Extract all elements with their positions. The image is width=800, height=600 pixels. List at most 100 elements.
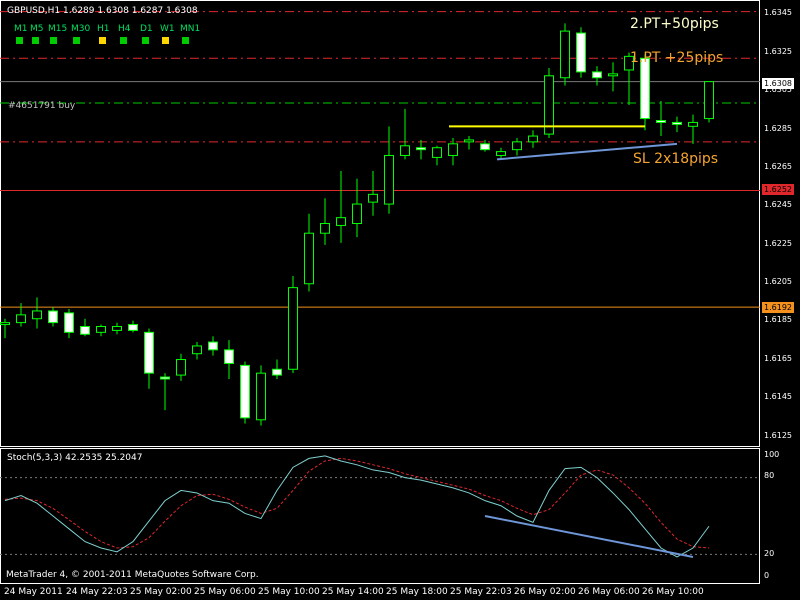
time-tick: 24 May 22:03 bbox=[66, 587, 128, 597]
candle-bear bbox=[224, 349, 234, 364]
timeframe-m1-button[interactable]: M1 bbox=[14, 24, 28, 34]
price-tick: 1.6185 bbox=[764, 315, 792, 324]
candle-bear bbox=[576, 32, 586, 73]
candle-bull bbox=[368, 193, 378, 203]
candle-bear bbox=[48, 310, 58, 324]
candle-bear bbox=[64, 312, 74, 333]
current-price-box: 1.6308 bbox=[762, 78, 794, 89]
candle-bear bbox=[656, 119, 666, 123]
timeframe-m15-button[interactable]: M15 bbox=[48, 24, 67, 34]
price-tick: 1.6145 bbox=[764, 392, 792, 401]
timeframe-h4-button[interactable]: H4 bbox=[118, 24, 131, 34]
stoch-frame bbox=[0, 448, 760, 584]
stoch-main-line bbox=[4, 455, 710, 558]
candle-bull bbox=[192, 345, 202, 355]
candle-bull bbox=[304, 232, 314, 285]
candle-bull bbox=[608, 73, 618, 77]
candle-bear bbox=[240, 364, 250, 419]
candle-bear bbox=[672, 121, 682, 125]
candle-bull bbox=[432, 147, 442, 158]
timeframe-h1-button[interactable]: H1 bbox=[97, 24, 110, 34]
pt1-annotation: 1.PT +25pips bbox=[630, 50, 724, 66]
candle-bull bbox=[400, 145, 410, 156]
time-tick: 26 May 02:00 bbox=[514, 587, 576, 597]
metatrader-window: GBPUSD,H1 1.6289 1.6308 1.6287 1.6308 M1… bbox=[0, 0, 800, 600]
timeframe-h4-indicator[interactable] bbox=[120, 37, 127, 44]
candle-bull bbox=[384, 154, 394, 205]
candle-bear bbox=[480, 143, 490, 151]
timeframe-mn1-indicator[interactable] bbox=[182, 37, 189, 44]
timeframe-w1-button[interactable]: W1 bbox=[160, 24, 175, 34]
candle-bull bbox=[352, 203, 362, 224]
timeframe-w1-indicator[interactable] bbox=[162, 37, 169, 44]
price-tick: 1.6125 bbox=[764, 431, 792, 440]
candle-bear bbox=[416, 147, 426, 151]
candle-bull bbox=[336, 217, 346, 226]
candle-bull bbox=[464, 139, 474, 143]
stoch-level-0: 0 bbox=[764, 571, 770, 580]
stoch-level-80: 80 bbox=[764, 471, 775, 480]
time-tick: 25 May 10:00 bbox=[258, 587, 320, 597]
candle-bull bbox=[32, 310, 42, 320]
price-tick: 1.6165 bbox=[764, 354, 792, 363]
time-tick: 25 May 06:00 bbox=[194, 587, 256, 597]
candle-bull bbox=[16, 314, 26, 324]
copyright-text: MetaTrader 4, © 2001-2011 MetaQuotes Sof… bbox=[6, 570, 259, 580]
stoch-signal-line bbox=[4, 457, 710, 549]
timeframe-m5-button[interactable]: M5 bbox=[30, 24, 44, 34]
timeframe-m15-indicator[interactable] bbox=[50, 37, 57, 44]
stochastic-label: Stoch(5,3,3) 42.2535 25.2047 bbox=[7, 453, 143, 463]
candle-bull bbox=[528, 135, 538, 143]
candle-bull bbox=[288, 287, 298, 370]
candle-bull bbox=[512, 141, 522, 151]
candle-bull bbox=[496, 151, 506, 156]
timeframe-m30-indicator[interactable] bbox=[73, 37, 80, 44]
pt2-annotation: 2.PT+50pips bbox=[630, 16, 719, 32]
time-tick: 25 May 14:00 bbox=[322, 587, 384, 597]
timeframe-m5-indicator[interactable] bbox=[32, 37, 39, 44]
time-tick: 26 May 06:00 bbox=[578, 587, 640, 597]
timeframe-m1-indicator[interactable] bbox=[16, 37, 23, 44]
candle-bear bbox=[80, 326, 90, 335]
candle-bull bbox=[112, 326, 122, 331]
stoch-level-100: 100 bbox=[764, 450, 780, 459]
timeframe-d1-button[interactable]: D1 bbox=[140, 24, 153, 34]
stoch-level-20: 20 bbox=[764, 549, 775, 558]
timeframe-mn1-button[interactable]: MN1 bbox=[180, 24, 200, 34]
price-tick: 1.6285 bbox=[764, 124, 792, 133]
candle-bear bbox=[272, 368, 282, 376]
order-label: #4651791 buy bbox=[8, 101, 76, 111]
timeframe-h1-indicator[interactable] bbox=[99, 37, 106, 44]
candle-bull bbox=[560, 30, 570, 79]
time-tick: 25 May 18:00 bbox=[386, 587, 448, 597]
stoch-divergence-line bbox=[484, 515, 694, 558]
candle-bull bbox=[96, 326, 106, 333]
timeframe-d1-indicator[interactable] bbox=[142, 37, 149, 44]
candle-bull bbox=[256, 372, 266, 421]
candle-bear bbox=[208, 341, 218, 351]
candle-bear bbox=[144, 331, 154, 374]
candle-bull bbox=[704, 81, 714, 120]
timeframe-m30-button[interactable]: M30 bbox=[71, 24, 90, 34]
price-tick: 1.6345 bbox=[764, 8, 792, 17]
price-tick: 1.6205 bbox=[764, 277, 792, 286]
candle-bear bbox=[592, 71, 602, 79]
candle-bear bbox=[128, 324, 138, 331]
candle-bear bbox=[640, 57, 650, 120]
price-tick: 1.6225 bbox=[764, 239, 792, 248]
time-tick: 25 May 22:03 bbox=[450, 587, 512, 597]
price-tick: 1.6245 bbox=[764, 200, 792, 209]
price-tick: 1.6325 bbox=[764, 47, 792, 56]
chart-header: GBPUSD,H1 1.6289 1.6308 1.6287 1.6308 bbox=[7, 6, 198, 16]
candle-bull bbox=[0, 322, 10, 326]
time-tick: 24 May 2011 bbox=[4, 587, 63, 597]
time-tick: 26 May 10:00 bbox=[642, 587, 704, 597]
price-tick: 1.6265 bbox=[764, 162, 792, 171]
candle-bull bbox=[688, 121, 698, 127]
candle-bull bbox=[176, 359, 186, 376]
price-chart[interactable] bbox=[0, 0, 800, 600]
time-tick: 25 May 02:00 bbox=[130, 587, 192, 597]
orange-level-box: 1.6192 bbox=[762, 302, 794, 313]
candle-bear bbox=[160, 376, 170, 380]
sl-annotation: SL 2x18pips bbox=[633, 151, 719, 167]
